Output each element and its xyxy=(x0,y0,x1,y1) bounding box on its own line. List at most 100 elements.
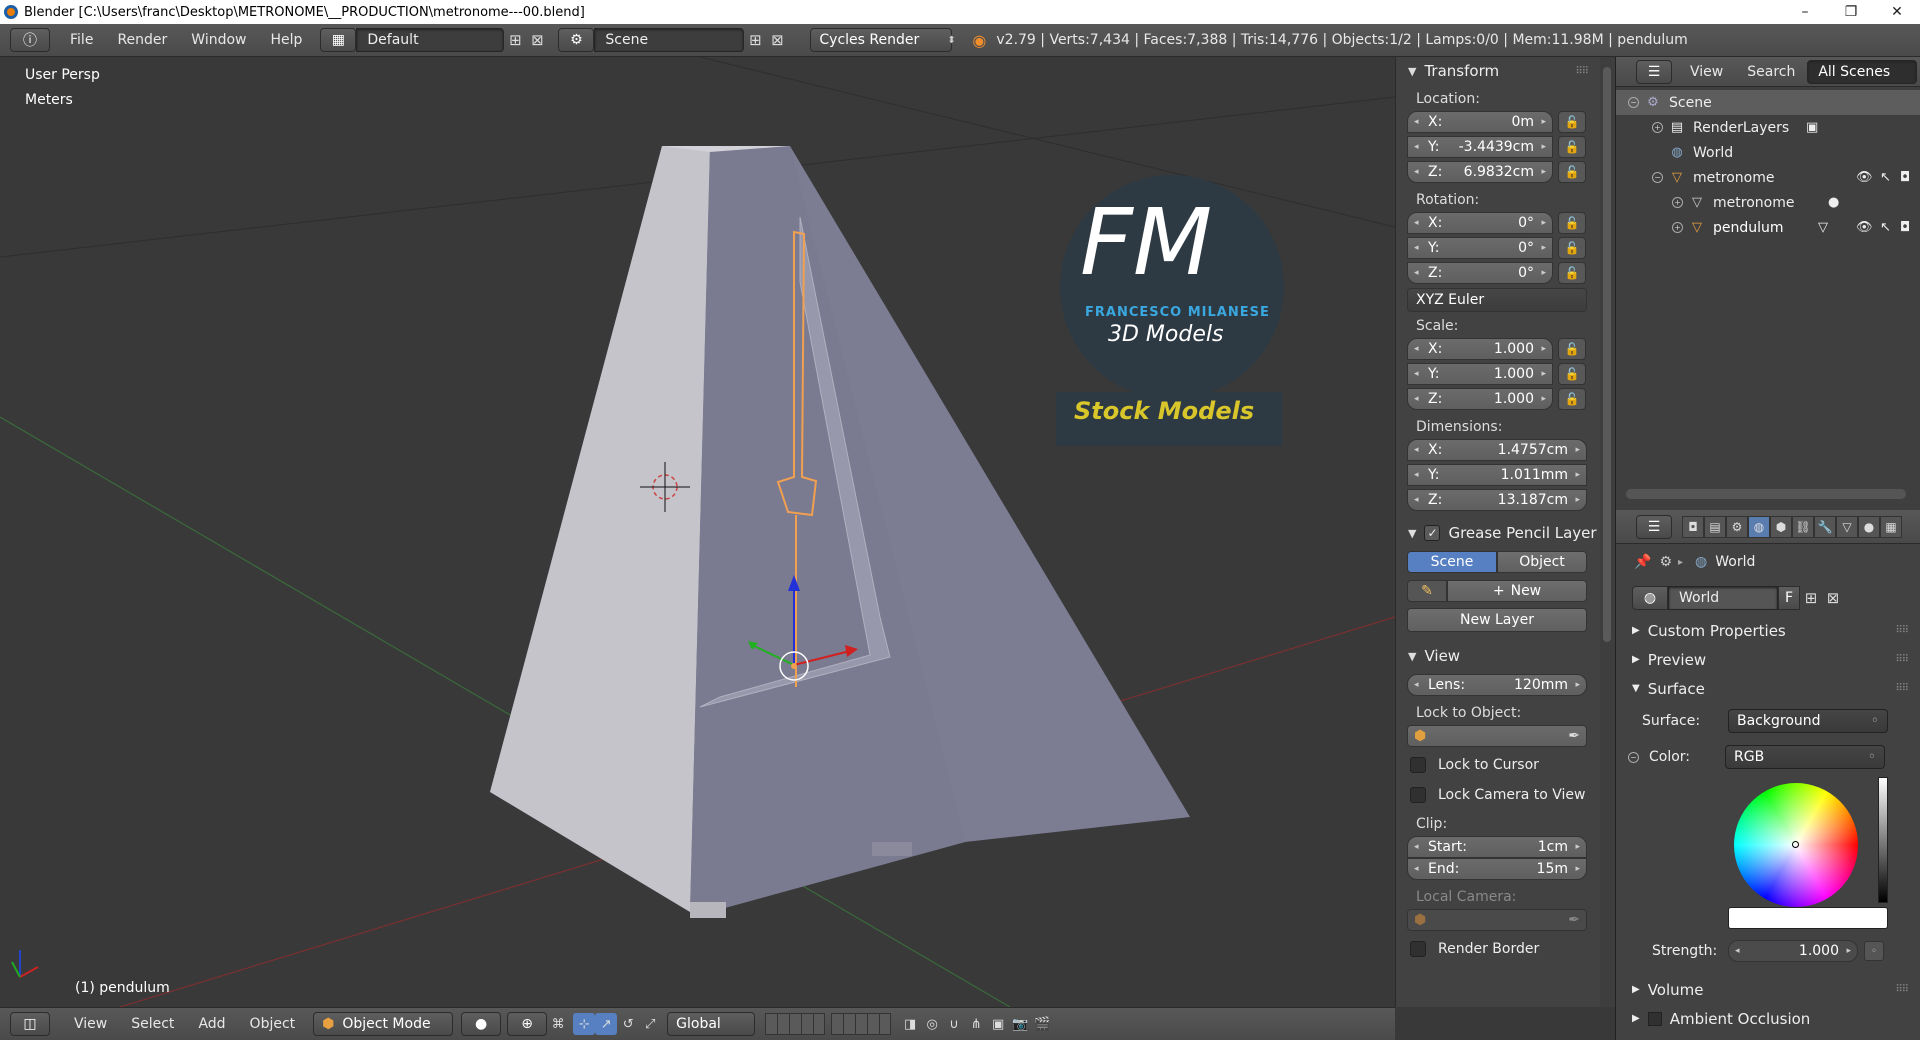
decrement-arrow-icon[interactable]: ◂ xyxy=(1414,445,1419,455)
remove-world-icon[interactable]: ⊠ xyxy=(1822,587,1844,609)
world-name-field[interactable]: World xyxy=(1668,586,1778,610)
rotate-manipulator-icon[interactable]: ↺ xyxy=(617,1013,639,1035)
scrollbar-thumb[interactable] xyxy=(1603,67,1611,642)
lock-icon[interactable]: 🔓 xyxy=(1558,212,1586,234)
expand-icon[interactable]: + xyxy=(1672,222,1683,233)
manipulator-toggle-icon[interactable]: ⊹ xyxy=(573,1013,596,1035)
increment-arrow-icon[interactable]: ▸ xyxy=(1541,369,1546,379)
new-layer-button[interactable]: New Layer xyxy=(1407,608,1587,632)
layer-buttons-right[interactable] xyxy=(831,1013,892,1035)
interaction-mode-dropdown[interactable]: ⬢ Object Mode xyxy=(313,1012,454,1036)
strength-field[interactable]: ◂ 1.000 ▸ xyxy=(1728,940,1858,962)
tab-object[interactable]: Object xyxy=(1497,551,1587,573)
outliner-item-world[interactable]: ◍ World xyxy=(1616,140,1920,165)
lock-icon[interactable]: 🔓 xyxy=(1558,136,1586,158)
eyedropper-icon[interactable]: ✒ xyxy=(1568,912,1580,928)
outliner-menu-view[interactable]: View xyxy=(1678,64,1735,80)
color-swatch[interactable] xyxy=(1728,907,1888,929)
add-screen-icon[interactable]: ⊞ xyxy=(504,29,526,51)
increment-arrow-icon[interactable]: ▸ xyxy=(1541,142,1546,152)
dimension-field[interactable]: ◂ X: 1.4757cm ▸ xyxy=(1407,439,1587,461)
decrement-arrow-icon[interactable]: ◂ xyxy=(1414,495,1419,505)
world-tab-icon[interactable]: ◍ xyxy=(1748,515,1770,538)
fake-user-button[interactable]: F xyxy=(1778,586,1800,610)
lock-to-cursor-checkbox[interactable]: Lock to Cursor xyxy=(1396,750,1600,780)
decrement-arrow-icon[interactable]: ◂ xyxy=(1414,268,1419,278)
color-input-dropdown[interactable]: RGB xyxy=(1725,745,1885,769)
dimension-field[interactable]: ◂ Y: 1.011mm ▸ xyxy=(1407,464,1587,486)
decrement-arrow-icon[interactable]: ◂ xyxy=(1414,142,1419,152)
render-camera-icon[interactable]: ◘ xyxy=(1900,170,1910,185)
location-field[interactable]: ◂ X: 0m ▸ xyxy=(1407,111,1553,133)
editor-type-info-button[interactable]: ⓘ xyxy=(10,28,50,52)
scale-manipulator-icon[interactable]: ⤢ xyxy=(639,1013,661,1035)
tab-scene[interactable]: Scene xyxy=(1407,551,1497,573)
minimize-button[interactable]: – xyxy=(1782,0,1828,24)
volume-section[interactable]: ▶ Volume ⠿⠿ xyxy=(1616,975,1920,1004)
screen-layout-field[interactable]: Default xyxy=(356,28,505,52)
add-world-icon[interactable]: ⊞ xyxy=(1800,587,1822,609)
proportional-edit-icon[interactable]: ⌘ xyxy=(547,1013,569,1035)
outliner-item-metronome[interactable]: − ▽ metronome 👁 ↖ ◘ xyxy=(1616,165,1920,190)
new-grease-pencil-button[interactable]: + New xyxy=(1447,580,1587,602)
lock-icon[interactable]: 🔓 xyxy=(1558,161,1586,183)
select-cursor-icon[interactable]: ↖ xyxy=(1880,220,1891,235)
increment-arrow-icon[interactable]: ▸ xyxy=(1541,167,1546,177)
renderlayers-tab-icon[interactable]: ▤ xyxy=(1704,515,1726,538)
drag-grip-icon[interactable]: ⠿⠿ xyxy=(1895,984,1909,995)
snap-target-icon[interactable]: ▣ xyxy=(987,1013,1009,1035)
rotation-field[interactable]: ◂ X: 0° ▸ xyxy=(1407,212,1553,234)
increment-arrow-icon[interactable]: ▸ xyxy=(1575,495,1580,505)
outliner-display-mode[interactable]: All Scenes xyxy=(1807,59,1918,84)
outliner-scrollbar[interactable] xyxy=(1626,489,1906,499)
color-wheel[interactable] xyxy=(1734,783,1858,907)
data-tab-icon[interactable]: ▽ xyxy=(1836,515,1858,538)
snap-magnet-icon[interactable]: ∪ xyxy=(943,1013,965,1035)
screen-layout-icon-button[interactable]: ▦ xyxy=(320,28,357,52)
scene-icon-button[interactable]: ⚙ xyxy=(558,28,595,52)
properties-panel-scrollbar[interactable] xyxy=(1600,57,1615,1007)
close-button[interactable]: ✕ xyxy=(1874,0,1920,24)
select-cursor-icon[interactable]: ↖ xyxy=(1880,170,1891,185)
constraints-tab-icon[interactable]: ⛓ xyxy=(1792,515,1814,538)
scene-tab-icon[interactable]: ⚙ xyxy=(1726,515,1748,538)
lock-camera-checkbox[interactable]: Lock Camera to View xyxy=(1396,780,1600,810)
decrement-arrow-icon[interactable]: ◂ xyxy=(1414,243,1419,253)
add-scene-icon[interactable]: ⊞ xyxy=(744,29,766,51)
remove-scene-icon[interactable]: ⊠ xyxy=(766,29,788,51)
expand-icon[interactable]: + xyxy=(1672,197,1683,208)
lock-icon[interactable]: 🔓 xyxy=(1558,363,1586,385)
viewport-shading-dropdown[interactable]: ● xyxy=(461,1012,502,1036)
outliner-item-pendulum[interactable]: + ▽ pendulum ▽ 👁 ↖ ◘ xyxy=(1616,215,1920,240)
lock-layers-icon[interactable]: ◨ xyxy=(899,1013,921,1035)
world-browse-button[interactable]: ◍ xyxy=(1632,586,1668,610)
menu-object[interactable]: Object xyxy=(238,1016,308,1032)
snap-element-icon[interactable]: ⋔ xyxy=(965,1013,987,1035)
menu-select[interactable]: Select xyxy=(119,1016,186,1032)
ambient-occlusion-section[interactable]: ▶ Ambient Occlusion xyxy=(1616,1004,1920,1033)
increment-arrow-icon[interactable]: ▸ xyxy=(1575,445,1580,455)
rotation-field[interactable]: ◂ Z: 0° ▸ xyxy=(1407,262,1553,284)
strength-link-icon[interactable]: ◦ xyxy=(1864,941,1884,961)
collapse-icon[interactable]: − xyxy=(1628,751,1639,763)
outliner-item-renderlayers[interactable]: + ▤ RenderLayers ▣ xyxy=(1616,115,1920,140)
decrement-arrow-icon[interactable]: ◂ xyxy=(1414,218,1419,228)
collapse-icon[interactable]: − xyxy=(1628,97,1639,108)
scene-field[interactable]: Scene xyxy=(594,28,745,52)
clip-end-field[interactable]: ◂ End: 15m ▸ xyxy=(1407,858,1587,880)
increment-arrow-icon[interactable]: ▸ xyxy=(1541,243,1546,253)
opengl-animation-icon[interactable]: 🎬 xyxy=(1031,1013,1053,1035)
eyedropper-icon[interactable]: ✒ xyxy=(1568,728,1580,744)
transform-section-header[interactable]: ▼ Transform ⠿⠿ xyxy=(1396,57,1600,85)
properties-editor-type-button[interactable]: ☰ xyxy=(1636,514,1672,539)
custom-properties-section[interactable]: ▶ Custom Properties ⠿⠿ xyxy=(1616,616,1920,645)
clip-start-field[interactable]: ◂ Start: 1cm ▸ xyxy=(1407,836,1587,858)
remove-screen-icon[interactable]: ⊠ xyxy=(526,29,548,51)
transform-orientation-dropdown[interactable]: Global xyxy=(667,1012,756,1036)
decrement-arrow-icon[interactable]: ◂ xyxy=(1414,344,1419,354)
eye-icon[interactable]: 👁 xyxy=(1856,220,1873,235)
rotation-mode-dropdown[interactable]: XYZ Euler xyxy=(1407,288,1587,312)
increment-arrow-icon[interactable]: ▸ xyxy=(1541,268,1546,278)
lock-icon[interactable]: 🔓 xyxy=(1558,388,1586,410)
increment-arrow-icon[interactable]: ▸ xyxy=(1541,344,1546,354)
